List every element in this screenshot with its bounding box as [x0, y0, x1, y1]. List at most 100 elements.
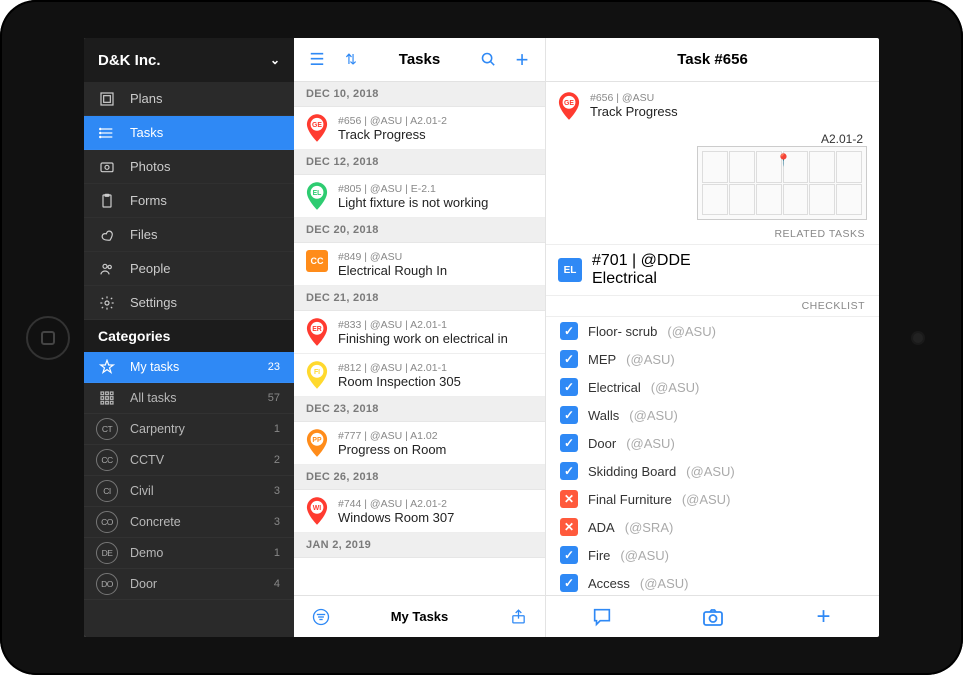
date-group-header: DEC 20, 2018	[294, 218, 545, 243]
related-task-badge: EL	[558, 258, 582, 282]
checklist-assignee: (@ASU)	[686, 464, 735, 479]
category-item[interactable]: All tasks57	[84, 383, 294, 414]
checkbox-checked-icon[interactable]: ✓	[560, 462, 578, 480]
app-screen: D&K Inc. ⌄ Plans Tasks Photos FormsFiles Peo…	[84, 38, 879, 637]
category-label: Carpentry	[130, 422, 185, 436]
category-count: 3	[274, 516, 280, 528]
task-detail-name: Track Progress	[590, 104, 678, 119]
task-detail-title: Task #656	[546, 38, 879, 82]
category-count: 57	[268, 392, 280, 404]
checkbox-checked-icon[interactable]: ✓	[560, 574, 578, 592]
svg-text:ER: ER	[312, 326, 322, 333]
task-row[interactable]: GE#656 | @ASU | A2.01-2Track Progress	[294, 107, 545, 150]
checkbox-x-icon[interactable]: ✕	[560, 518, 578, 536]
category-code-icon: DO	[96, 573, 118, 595]
category-code-icon: CO	[96, 511, 118, 533]
checklist-item[interactable]: ✕ADA (@SRA)	[546, 513, 879, 541]
filter-icon[interactable]	[308, 604, 334, 630]
checklist-item[interactable]: ✓Walls (@ASU)	[546, 401, 879, 429]
task-row[interactable]: WI#744 | @ASU | A2.01-2Windows Room 307	[294, 490, 545, 533]
checkbox-checked-icon[interactable]: ✓	[560, 434, 578, 452]
category-count: 1	[274, 547, 280, 559]
checklist-item[interactable]: ✓MEP (@ASU)	[546, 345, 879, 373]
home-button[interactable]	[26, 316, 70, 360]
related-task-row[interactable]: EL#701 | @DDEElectrical	[546, 245, 879, 296]
category-item[interactable]: CO Concrete 3	[84, 507, 294, 538]
category-label: Civil	[130, 484, 154, 498]
checkbox-checked-icon[interactable]: ✓	[560, 378, 578, 396]
nav-item-files[interactable]: Files	[84, 218, 294, 252]
task-row[interactable]: PP#777 | @ASU | A1.02Progress on Room	[294, 422, 545, 465]
nav-label: Photos	[130, 159, 170, 174]
plan-pin-marker: 📍	[776, 153, 791, 167]
date-group-header: JAN 2, 2019	[294, 533, 545, 558]
add-item-button[interactable]: +	[811, 604, 837, 630]
nav-label: People	[130, 261, 170, 276]
task-pin-icon: WI	[306, 497, 328, 525]
category-item[interactable]: DEDemo1	[84, 538, 294, 569]
task-pin-icon: PP	[306, 429, 328, 457]
checklist-label: Fire	[588, 548, 610, 563]
checklist-item[interactable]: ✓Fire (@ASU)	[546, 541, 879, 569]
date-group-header: DEC 21, 2018	[294, 286, 545, 311]
svg-text:EL: EL	[313, 190, 322, 197]
nav-item-tasks[interactable]: Tasks	[84, 116, 294, 150]
comment-icon[interactable]	[589, 604, 615, 630]
category-code-icon: CI	[96, 480, 118, 502]
nav-label: Settings	[130, 295, 177, 310]
company-selector[interactable]: D&K Inc. ⌄	[84, 38, 294, 82]
category-label: Demo	[130, 546, 163, 560]
checklist-item[interactable]: ✓Access (@ASU)	[546, 569, 879, 595]
nav-item-plans[interactable]: Plans	[84, 82, 294, 116]
task-list-footer-label[interactable]: My Tasks	[334, 609, 505, 624]
checklist-item[interactable]: ✓Electrical (@ASU)	[546, 373, 879, 401]
task-row[interactable]: EL#805 | @ASU | E-2.1Light fixture is no…	[294, 175, 545, 218]
sort-icon[interactable]: ⇅	[338, 47, 364, 73]
task-pin-icon: ER	[306, 318, 328, 346]
share-icon[interactable]	[505, 604, 531, 630]
nav-item-forms[interactable]: Forms	[84, 184, 294, 218]
svg-text:FI: FI	[314, 369, 320, 376]
forms-icon	[98, 193, 116, 209]
add-task-button[interactable]: +	[509, 47, 535, 73]
checkbox-checked-icon[interactable]: ✓	[560, 350, 578, 368]
category-item[interactable]: CTCarpentry1	[84, 414, 294, 445]
chevron-down-icon: ⌄	[270, 53, 280, 67]
nav-item-people[interactable]: People	[84, 252, 294, 286]
task-meta: #805 | @ASU | E-2.1	[338, 183, 488, 195]
nav-item-settings[interactable]: Settings	[84, 286, 294, 320]
checklist-assignee: (@ASU)	[640, 576, 689, 591]
svg-text:GE: GE	[312, 122, 322, 129]
checklist-item[interactable]: ✕Final Furniture (@ASU)	[546, 485, 879, 513]
company-name: D&K Inc.	[98, 52, 161, 69]
checkbox-checked-icon[interactable]: ✓	[560, 406, 578, 424]
nav-label: Plans	[130, 91, 163, 106]
category-item[interactable]: CCCCTV2	[84, 445, 294, 476]
category-item[interactable]: DODoor4	[84, 569, 294, 600]
checklist-assignee: (@ASU)	[626, 436, 675, 451]
task-row[interactable]: FI#812 | @ASU | A2.01-1Room Inspection 3…	[294, 354, 545, 397]
search-icon[interactable]	[475, 47, 501, 73]
plan-preview[interactable]: A2.01-2 📍	[558, 132, 867, 220]
checkbox-checked-icon[interactable]: ✓	[560, 546, 578, 564]
checklist-item[interactable]: ✓Skidding Board (@ASU)	[546, 457, 879, 485]
checklist-item[interactable]: ✓Door (@ASU)	[546, 429, 879, 457]
camera-icon[interactable]	[700, 604, 726, 630]
sidebar: D&K Inc. ⌄ Plans Tasks Photos FormsFiles Peo…	[84, 38, 294, 637]
nav-item-photos[interactable]: Photos	[84, 150, 294, 184]
category-label: Concrete	[130, 515, 181, 529]
plan-thumbnail[interactable]: 📍	[697, 146, 867, 220]
category-label: Door	[130, 577, 157, 591]
task-row[interactable]: ER#833 | @ASU | A2.01-1Finishing work on…	[294, 311, 545, 354]
date-group-header: DEC 10, 2018	[294, 82, 545, 107]
task-list-footer: My Tasks	[294, 595, 545, 637]
checkbox-checked-icon[interactable]: ✓	[560, 322, 578, 340]
checklist-item[interactable]: ✓Floor- scrub (@ASU)	[546, 317, 879, 345]
menu-icon[interactable]: ☰	[304, 47, 330, 73]
task-row[interactable]: CC#849 | @ASUElectrical Rough In	[294, 243, 545, 286]
category-count: 3	[274, 485, 280, 497]
category-item[interactable]: CI Civil 3	[84, 476, 294, 507]
task-detail-meta: #656 | @ASU	[590, 92, 678, 104]
checkbox-x-icon[interactable]: ✕	[560, 490, 578, 508]
category-item[interactable]: My tasks23	[84, 352, 294, 383]
